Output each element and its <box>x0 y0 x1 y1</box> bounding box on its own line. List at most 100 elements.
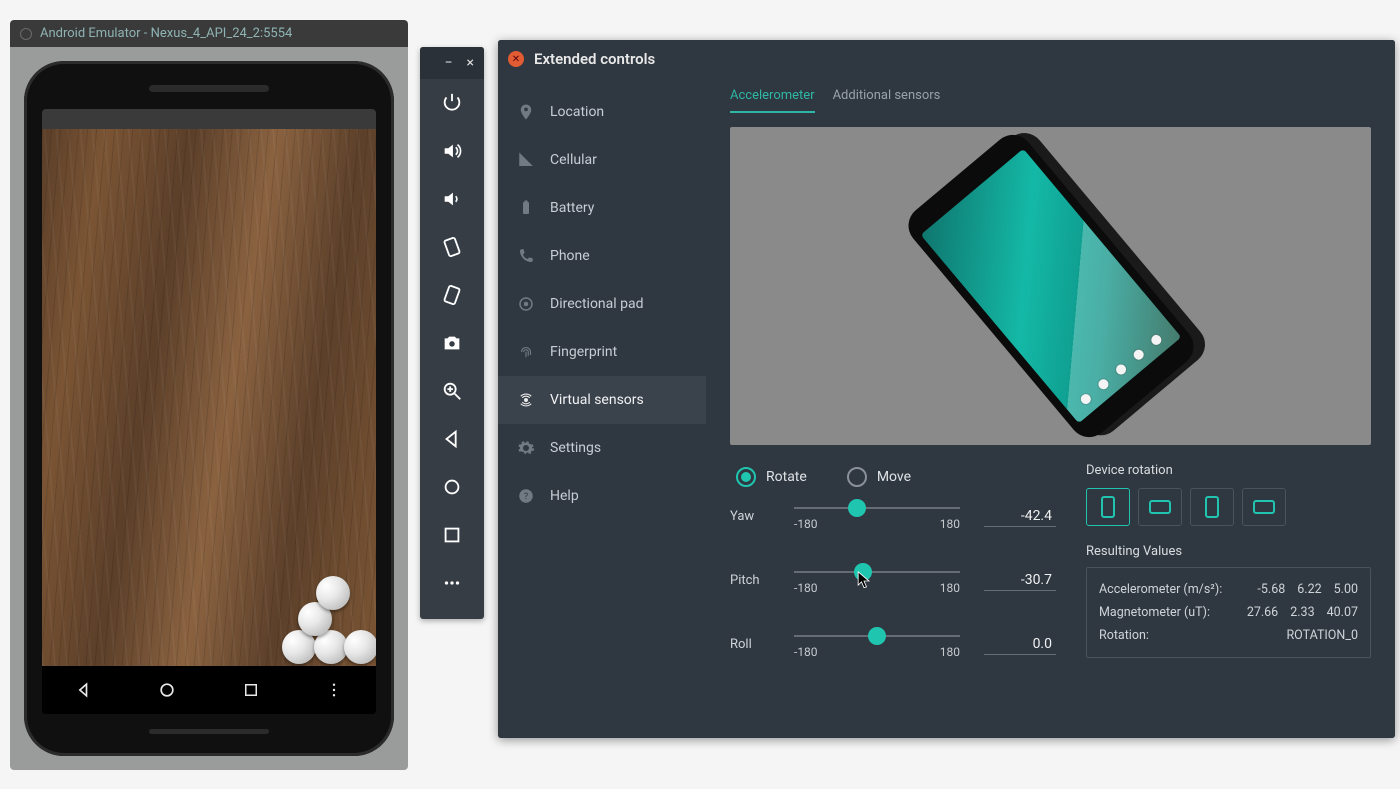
slider-thumb-icon[interactable] <box>848 499 866 517</box>
mode-rotate-radio[interactable]: Rotate <box>736 467 807 487</box>
sidebar-item-fingerprint[interactable]: Fingerprint <box>498 328 706 376</box>
ball-icon <box>316 576 350 610</box>
resulting-title: Resulting Values <box>1086 544 1371 559</box>
resulting-row-magnetometer: Magnetometer (uT): 27.662.3340.07 <box>1099 601 1358 624</box>
roll-value-input[interactable]: 0.0 <box>984 634 1056 655</box>
sidebar-item-label: Battery <box>550 200 594 216</box>
panel-header[interactable]: ✕ Extended controls <box>498 40 1395 78</box>
emulator-title-text: Android Emulator - Nexus_4_API_24_2:5554 <box>40 26 292 41</box>
device-frame <box>24 61 394 756</box>
tab-accelerometer[interactable]: Accelerometer <box>730 88 815 113</box>
tabs: Accelerometer Additional sensors <box>730 88 1371 113</box>
help-icon: ? <box>516 486 536 506</box>
roll-slider[interactable]: -180180 <box>794 629 960 659</box>
sidebar-item-label: Directional pad <box>550 296 644 312</box>
panel-sidebar: Location Cellular Battery Phone Directio… <box>498 40 706 738</box>
radio-label: Rotate <box>766 469 807 485</box>
rotate-left-button[interactable] <box>420 223 484 271</box>
phone-earpiece <box>149 85 269 92</box>
sidebar-item-phone[interactable]: Phone <box>498 232 706 280</box>
pitch-value-input[interactable]: -30.7 <box>984 570 1056 591</box>
minimize-button[interactable]: − <box>445 55 453 71</box>
nav-home-button[interactable] <box>152 675 182 705</box>
battery-icon <box>516 198 536 218</box>
rotation-portrait-button[interactable] <box>1086 488 1130 526</box>
sidebar-item-dpad[interactable]: Directional pad <box>498 280 706 328</box>
emulator-body <box>10 47 408 770</box>
emulator-title-bar[interactable]: Android Emulator - Nexus_4_API_24_2:5554 <box>10 20 408 47</box>
overview-button[interactable] <box>420 511 484 559</box>
volume-up-button[interactable] <box>420 127 484 175</box>
close-button[interactable]: × <box>467 55 474 71</box>
gear-icon <box>516 438 536 458</box>
android-nav-bar <box>42 666 376 714</box>
pitch-row: Pitch -180180 -30.7 <box>730 565 1056 595</box>
screenshot-button[interactable] <box>420 319 484 367</box>
sidebar-item-location[interactable]: Location <box>498 88 706 136</box>
slider-label: Yaw <box>730 509 780 524</box>
dpad-icon <box>516 294 536 314</box>
panel-main: Accelerometer Additional sensors Rotate <box>706 40 1395 738</box>
sidebar-item-label: Virtual sensors <box>550 392 644 408</box>
sidebar-item-label: Cellular <box>550 152 597 168</box>
rotation-title: Device rotation <box>1086 463 1371 478</box>
tab-additional-sensors[interactable]: Additional sensors <box>833 88 941 113</box>
device-info-column: Device rotation Resulting Values Acceler… <box>1086 463 1371 716</box>
slider-label: Pitch <box>730 573 780 588</box>
slider-thumb-icon[interactable] <box>854 563 872 581</box>
sidebar-item-battery[interactable]: Battery <box>498 184 706 232</box>
sidebar-item-label: Help <box>550 488 579 504</box>
yaw-row: Yaw -180180 -42.4 <box>730 501 1056 531</box>
mode-move-radio[interactable]: Move <box>847 467 911 487</box>
phone-icon <box>516 246 536 266</box>
resulting-values-box: Accelerometer (m/s²): -5.686.225.00 Magn… <box>1086 567 1371 658</box>
home-button[interactable] <box>420 463 484 511</box>
location-pin-icon <box>516 102 536 122</box>
signal-icon <box>516 150 536 170</box>
rotation-landscape-left-button[interactable] <box>1138 488 1182 526</box>
radio-icon <box>736 467 756 487</box>
slider-thumb-icon[interactable] <box>868 627 886 645</box>
rotation-portrait-reverse-button[interactable] <box>1190 488 1234 526</box>
phone-3d-model[interactable] <box>900 127 1201 445</box>
nav-back-button[interactable] <box>69 675 99 705</box>
rotate-right-button[interactable] <box>420 271 484 319</box>
orientation-controls: Rotate Move Yaw -180180 -42.4 <box>730 463 1056 716</box>
extended-controls-panel: ✕ Extended controls Location Cellular Ba… <box>498 40 1395 738</box>
sidebar-item-virtual-sensors[interactable]: Virtual sensors <box>498 376 706 424</box>
device-screen[interactable] <box>42 109 376 714</box>
sensors-icon <box>516 390 536 410</box>
android-status-bar <box>42 109 376 129</box>
sidebar-item-label: Fingerprint <box>550 344 617 360</box>
nav-overview-button[interactable] <box>236 675 266 705</box>
resulting-row-accelerometer: Accelerometer (m/s²): -5.686.225.00 <box>1099 578 1358 601</box>
back-button[interactable] <box>420 415 484 463</box>
rotation-landscape-right-button[interactable] <box>1242 488 1286 526</box>
emulator-window: Android Emulator - Nexus_4_API_24_2:5554 <box>10 20 408 770</box>
pitch-slider[interactable]: -180180 <box>794 565 960 595</box>
sidebar-item-label: Location <box>550 104 604 120</box>
svg-text:?: ? <box>524 492 528 502</box>
nav-more-button[interactable] <box>319 675 349 705</box>
volume-down-button[interactable] <box>420 175 484 223</box>
sidebar-item-label: Settings <box>550 440 601 456</box>
sidebar-item-cellular[interactable]: Cellular <box>498 136 706 184</box>
sidebar-item-label: Phone <box>550 248 590 264</box>
yaw-value-input[interactable]: -42.4 <box>984 506 1056 527</box>
radio-label: Move <box>877 469 911 485</box>
sidebar-item-help[interactable]: ? Help <box>498 472 706 520</box>
toolbar-header: − × <box>420 47 484 79</box>
power-button[interactable] <box>420 79 484 127</box>
device-preview-3d[interactable] <box>730 127 1371 445</box>
yaw-slider[interactable]: -180180 <box>794 501 960 531</box>
app-content[interactable] <box>42 129 376 666</box>
slider-label: Roll <box>730 637 780 652</box>
panel-title: Extended controls <box>534 50 655 68</box>
resulting-row-rotation: Rotation: ROTATION_0 <box>1099 624 1358 647</box>
window-menu-icon <box>20 28 32 40</box>
panel-close-button[interactable]: ✕ <box>508 51 524 67</box>
more-button[interactable] <box>420 559 484 607</box>
phone-speaker <box>149 729 269 734</box>
zoom-button[interactable] <box>420 367 484 415</box>
sidebar-item-settings[interactable]: Settings <box>498 424 706 472</box>
